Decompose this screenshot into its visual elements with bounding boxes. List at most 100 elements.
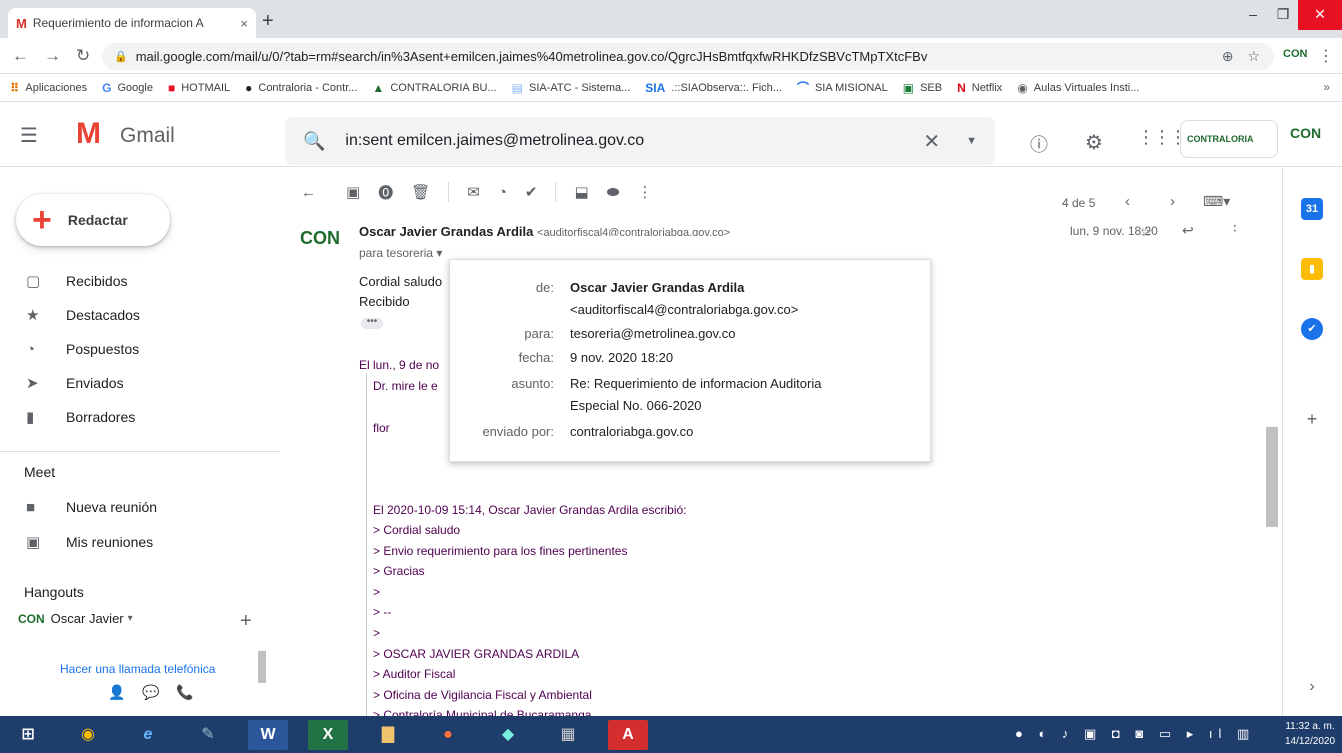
chevron-left-icon[interactable]: ‹ — [1125, 193, 1130, 210]
browser-menu-icon[interactable]: ⋮ — [1318, 46, 1334, 66]
extension-icon[interactable]: CON — [1283, 48, 1307, 60]
omnibox[interactable]: 🔒 mail.google.com/mail/u/0/?tab=rm#searc… — [102, 43, 1274, 70]
meet-item[interactable]: ■ Nueva reunión — [0, 491, 270, 523]
acrobat-icon[interactable]: A — [608, 720, 648, 750]
sender-name[interactable]: Oscar Javier Grandas Ardila — [359, 224, 533, 236]
browser-tab[interactable]: M Requerimiento de informacion A × — [8, 8, 256, 38]
minimize-icon[interactable]: – — [1238, 0, 1268, 30]
keep-icon[interactable]: ▮ — [1301, 258, 1323, 280]
tab-close-icon[interactable]: × — [240, 16, 248, 31]
paint-icon[interactable]: ✎ — [188, 720, 228, 750]
popup-sentby-label: enviado por: — [482, 424, 554, 439]
search-icon[interactable]: 🔍 — [303, 131, 325, 152]
bookmark-star-icon[interactable]: ☆ — [1247, 48, 1260, 65]
send-icon: ➤ — [26, 375, 39, 392]
message-more-icon[interactable]: ⋮ — [1228, 222, 1242, 234]
archive-icon[interactable]: ▣ — [346, 183, 360, 201]
show-trimmed-button[interactable]: ••• — [361, 317, 383, 329]
mark-unread-icon[interactable]: ✉ — [467, 183, 480, 201]
bookmark-item[interactable]: G Google — [102, 81, 153, 95]
apps-grid-icon[interactable]: ⋮⋮⋮ — [1137, 127, 1187, 148]
sidebar-scrollbar[interactable] — [258, 651, 266, 683]
add-task-icon[interactable]: ✔ — [525, 183, 538, 201]
move-to-icon[interactable]: ⬓ — [574, 183, 588, 201]
chevron-down-icon[interactable]: ▾ — [128, 613, 133, 624]
windows-start-icon[interactable]: ⊞ — [8, 720, 48, 750]
input-tools-icon[interactable]: ⌨▾ — [1203, 193, 1230, 210]
account-avatar[interactable]: CON — [1290, 126, 1321, 140]
phone-icon[interactable]: 📞 — [168, 684, 202, 701]
snooze-icon[interactable]: ◔ — [498, 184, 507, 201]
main-menu-icon[interactable]: ☰ — [20, 123, 38, 148]
bookmark-item[interactable]: ▲ CONTRALORIA BU... — [372, 81, 496, 95]
reply-icon[interactable]: ↩ — [1182, 222, 1194, 234]
org-badge[interactable]: CONTRALORIA — [1180, 120, 1278, 158]
gear-icon[interactable]: ⚙ — [1085, 130, 1103, 155]
url-text[interactable]: mail.google.com/mail/u/0/?tab=rm#search/… — [136, 49, 1222, 64]
more-actions-icon[interactable]: ⋮ — [637, 183, 652, 201]
bookmark-item[interactable]: ■ HOTMAIL — [168, 81, 230, 95]
bookmark-item[interactable]: ▣ SEB — [903, 81, 942, 95]
search-input[interactable] — [345, 132, 914, 150]
new-tab-button[interactable]: + — [262, 10, 274, 33]
clear-search-icon[interactable]: ✕ — [923, 129, 940, 154]
taskbar-clock[interactable]: 11:32 a. m. 14/12/2020 — [1280, 719, 1340, 749]
gmail-logo-icon[interactable]: M — [76, 117, 101, 151]
sidebar-item[interactable]: ▢ Recibidos — [0, 265, 270, 297]
bookmarks-more-icon[interactable]: » — [1323, 80, 1330, 94]
hangout-user[interactable]: CON Oscar Javier ▾ — [18, 611, 133, 626]
thread-line: > -- — [373, 605, 392, 620]
sidebar-item[interactable]: ➤ Enviados — [0, 367, 270, 399]
meet-item[interactable]: ▣ Mis reuniones — [0, 526, 270, 558]
sidebar-item[interactable]: ◔ Pospuestos — [0, 333, 270, 365]
contacts-icon[interactable]: 👤 — [100, 684, 134, 701]
sender-avatar[interactable]: CON — [300, 229, 340, 247]
get-addons-icon[interactable]: + — [1301, 408, 1323, 430]
app-icon[interactable]: ◆ — [488, 720, 528, 750]
bookmark-item[interactable]: ◉ Aulas Virtuales Insti... — [1017, 81, 1139, 95]
popup-subject-line2: Especial No. 066-2020 — [570, 398, 702, 413]
calculator-icon[interactable]: ▦ — [548, 720, 588, 750]
chrome-icon[interactable]: ◉ — [68, 720, 108, 750]
forward-icon[interactable]: → — [44, 46, 61, 66]
calendar-icon[interactable]: 31 — [1301, 198, 1323, 220]
label-icon[interactable]: ⬬ — [607, 184, 620, 201]
gmail-logo-text[interactable]: Gmail — [120, 124, 175, 148]
delete-icon[interactable]: 🗑 — [411, 183, 430, 201]
recipient-details-icon[interactable]: ▾ — [436, 246, 442, 260]
content-scrollbar[interactable] — [1266, 427, 1278, 527]
sidebar-item[interactable]: ★ Destacados — [0, 299, 270, 331]
sidebar-label: Borradores — [66, 409, 136, 425]
compose-button[interactable]: + Redactar — [16, 194, 170, 246]
bookmark-item[interactable]: N Netflix — [957, 81, 1002, 95]
bookmark-item[interactable]: ● Contraloria - Contr... — [245, 81, 357, 95]
sidebar-item[interactable]: ▮ Borradores — [0, 401, 270, 433]
chat-icon[interactable]: 💬 — [134, 684, 168, 701]
search-options-icon[interactable]: ▼ — [966, 135, 977, 147]
restore-icon[interactable]: ❐ — [1268, 0, 1298, 30]
system-tray-icons[interactable]: ● ◐ ♪ ▣ ◘ ◙ ▭ ▸ ıl ▥ — [1015, 726, 1255, 742]
excel-icon[interactable]: X — [308, 720, 348, 750]
bookmark-item[interactable]: ▤ SIA-ATC - Sistema... — [512, 81, 631, 95]
firefox-icon[interactable]: ● — [428, 720, 468, 750]
chevron-right-icon[interactable]: › — [1170, 193, 1175, 210]
bookmark-item[interactable]: ⌒ SIA MISIONAL — [797, 79, 888, 96]
phone-call-link[interactable]: Hacer una llamada telefónica — [60, 662, 215, 676]
bookmark-item[interactable]: ⠿ Aplicaciones — [10, 81, 87, 95]
back-to-list-icon[interactable]: ← — [301, 184, 316, 201]
tasks-icon[interactable]: ✔ — [1301, 318, 1323, 340]
star-icon[interactable]: ☆ — [1140, 224, 1153, 236]
report-spam-icon[interactable]: ⓿ — [378, 182, 393, 203]
add-hangout-icon[interactable]: + — [240, 610, 252, 633]
file-explorer-icon[interactable]: ▇ — [368, 720, 408, 750]
word-icon[interactable]: W — [248, 720, 288, 750]
recipient-line[interactable]: para tesoreria ▾ — [359, 246, 442, 260]
close-window-icon[interactable]: ✕ — [1298, 0, 1342, 30]
help-icon[interactable]: ⓘ — [1030, 131, 1048, 157]
zoom-icon[interactable]: ⊕ — [1222, 48, 1234, 65]
expand-panel-icon[interactable]: › — [1301, 676, 1323, 698]
back-icon[interactable]: ← — [12, 46, 29, 66]
bookmark-item[interactable]: SIA .::SIAObserva::. Fich... — [645, 81, 782, 95]
ie-icon[interactable]: e — [128, 720, 168, 750]
reload-icon[interactable]: ↻ — [76, 46, 90, 66]
